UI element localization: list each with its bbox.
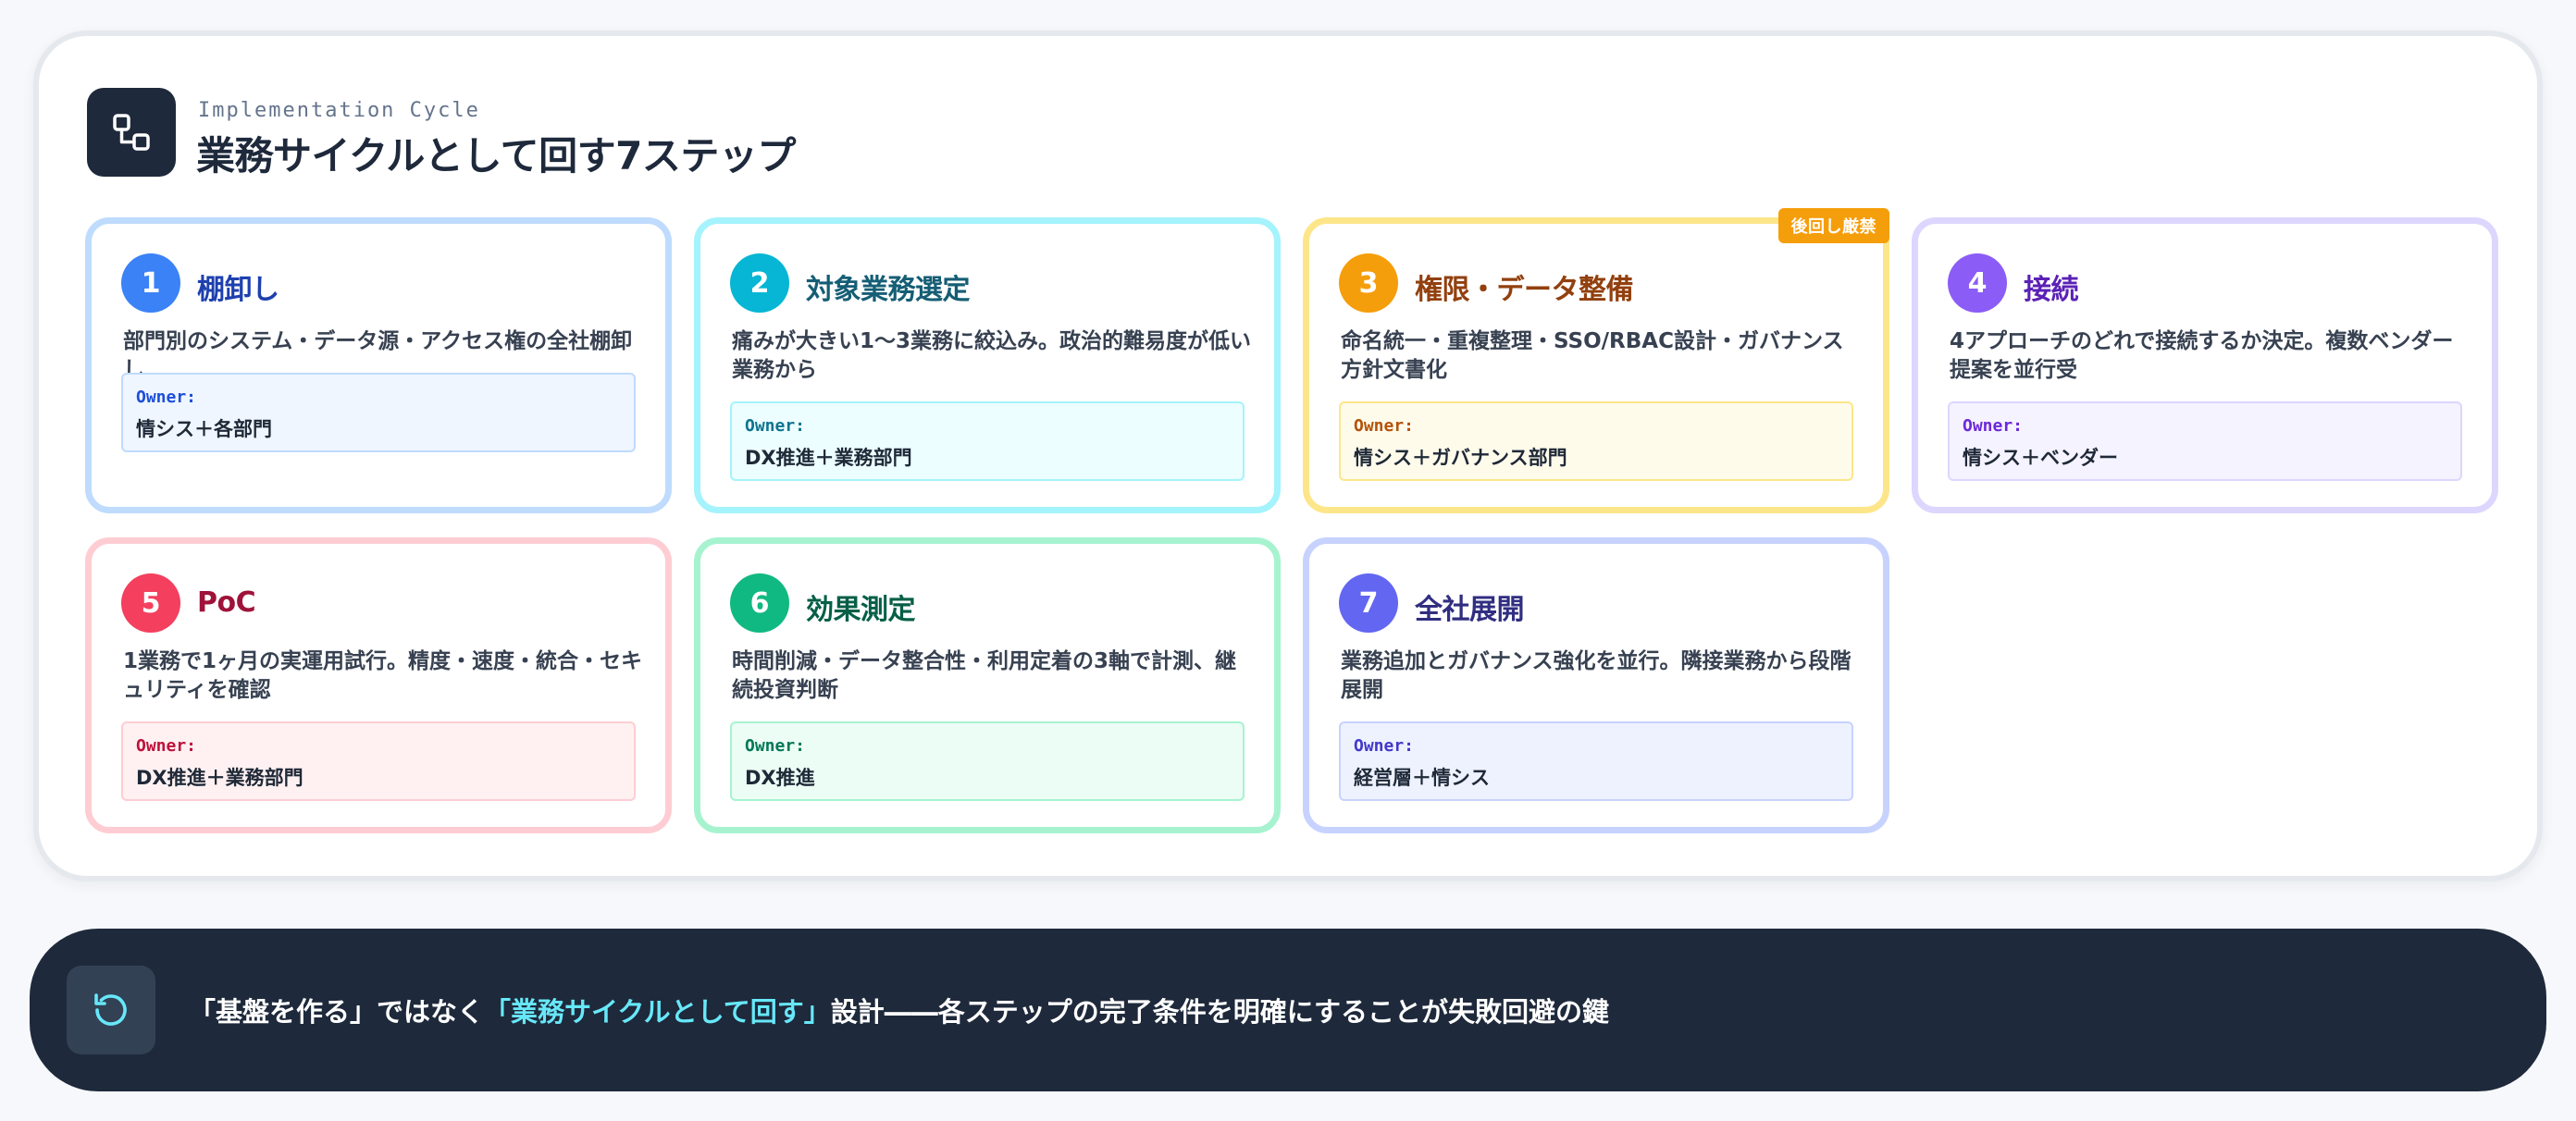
step-description: 1業務で1ヶ月の実運用試行。精度・速度・統合・セキュリティを確認 — [123, 649, 643, 702]
step-title: 対象業務選定 — [806, 274, 971, 306]
owner-value: DX推進＋業務部門 — [136, 767, 303, 789]
step-number-badge: 6 — [730, 573, 789, 633]
step-number-badge: 5 — [121, 573, 180, 633]
owner-box: Owner: DX推進 — [730, 721, 1245, 801]
step-description: 時間削減・データ整合性・利用定着の3軸で計測、継続投資判断 — [732, 649, 1237, 702]
banner-message: 「基盤を作る」ではなく「業務サイクルとして回す」設計――各ステップの完了条件を明… — [189, 991, 1609, 1029]
owner-box: Owner: DX推進＋業務部門 — [121, 721, 636, 801]
step-card-1: 1 棚卸し 部門別のシステム・データ源・アクセス権の全社棚卸し Owner: 情… — [85, 217, 672, 513]
do-not-postpone-badge: 後回し厳禁 — [1777, 208, 1889, 243]
owner-box: Owner: 情シス＋ベンダー — [1948, 401, 2462, 481]
owner-value: 情シス＋ガバナンス部門 — [1354, 447, 1567, 469]
step-description: 業務追加とガバナンス強化を並行。隣接業務から段階展開 — [1341, 649, 1852, 702]
step-description: 4アプローチのどれで接続するか決定。複数ベンダー提案を並行受 — [1950, 329, 2454, 382]
owner-value: 情シス＋各部門 — [136, 418, 272, 440]
owner-label: Owner: — [745, 736, 806, 756]
owner-box: Owner: 情シス＋ガバナンス部門 — [1339, 401, 1853, 481]
workflow-icon — [87, 88, 176, 177]
owner-box: Owner: 情シス＋各部門 — [121, 373, 636, 452]
step-description: 痛みが大きい1〜3業務に絞込み。政治的難易度が低い業務から — [732, 329, 1252, 382]
step-title: 権限・データ整備 — [1415, 274, 1634, 306]
step-number-badge: 7 — [1339, 573, 1398, 633]
step-card-3: 後回し厳禁 3 権限・データ整備 命名統一・重複整理・SSO/RBAC設計・ガバ… — [1303, 208, 1889, 513]
key-message-banner: 「基盤を作る」ではなく「業務サイクルとして回す」設計――各ステップの完了条件を明… — [30, 929, 2546, 1091]
owner-label: Owner: — [1354, 416, 1415, 436]
step-card-7: 7 全社展開 業務追加とガバナンス強化を並行。隣接業務から段階展開 Owner:… — [1303, 537, 1889, 833]
owner-box: Owner: DX推進＋業務部門 — [730, 401, 1245, 481]
refresh-cycle-icon — [67, 966, 155, 1054]
step-number-badge: 4 — [1948, 253, 2007, 313]
owner-value: DX推進 — [745, 767, 815, 789]
owner-label: Owner: — [136, 736, 197, 756]
step-description: 命名統一・重複整理・SSO/RBAC設計・ガバナンス方針文書化 — [1341, 329, 1844, 382]
banner-text-before: 「基盤を作る」ではなく — [189, 996, 485, 1028]
page-title: 業務サイクルとして回す7ステップ — [196, 133, 796, 179]
owner-label: Owner: — [1354, 736, 1415, 756]
step-card-5: 5 PoC 1業務で1ヶ月の実運用試行。精度・速度・統合・セキュリティを確認 O… — [85, 537, 672, 833]
owner-label: Owner: — [1963, 416, 2024, 436]
owner-value: 情シス＋ベンダー — [1963, 447, 2118, 469]
step-title: 棚卸し — [197, 274, 279, 306]
banner-text-highlight: 「業務サイクルとして回す」 — [484, 996, 831, 1028]
implementation-cycle-card: Implementation Cycle 業務サイクルとして回す7ステップ 1 … — [33, 31, 2543, 881]
step-number-badge: 3 — [1339, 253, 1398, 313]
step-title: PoC — [197, 586, 256, 619]
owner-box: Owner: 経営層＋情シス — [1339, 721, 1853, 801]
banner-text-after: 設計――各ステップの完了条件を明確にすることが失敗回避の鍵 — [830, 996, 1609, 1028]
step-title: 全社展開 — [1415, 594, 1525, 626]
step-card-2: 2 対象業務選定 痛みが大きい1〜3業務に絞込み。政治的難易度が低い業務から O… — [694, 217, 1281, 513]
owner-value: 経営層＋情シス — [1354, 767, 1490, 789]
step-number-badge: 1 — [121, 253, 180, 313]
step-title: 接続 — [2024, 274, 2079, 306]
step-number-badge: 2 — [730, 253, 789, 313]
step-card-6: 6 効果測定 時間削減・データ整合性・利用定着の3軸で計測、継続投資判断 Own… — [694, 537, 1281, 833]
owner-label: Owner: — [745, 416, 806, 436]
owner-value: DX推進＋業務部門 — [745, 447, 912, 469]
section-eyebrow: Implementation Cycle — [198, 99, 480, 122]
step-card-4: 4 接続 4アプローチのどれで接続するか決定。複数ベンダー提案を並行受 Owne… — [1912, 217, 2498, 513]
owner-label: Owner: — [136, 388, 197, 407]
step-title: 効果測定 — [806, 594, 916, 626]
